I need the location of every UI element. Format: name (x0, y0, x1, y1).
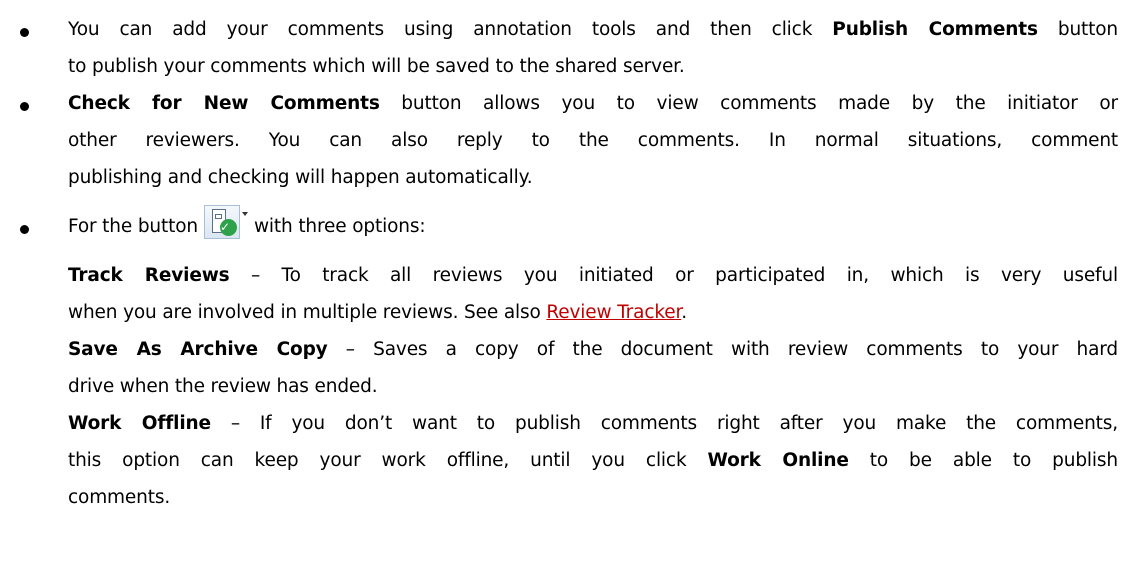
review-options-icon[interactable]: ✓ (203, 205, 248, 241)
bullet-marker (20, 225, 29, 234)
option-track-reviews: Track Reviews – To track all reviews you… (68, 265, 1118, 323)
bullet-paragraph-button-options: For the button ✓ with three options: (68, 205, 1118, 249)
document-page: You can add your comments using annotati… (0, 0, 1123, 574)
bullet-marker (20, 102, 29, 111)
chevron-down-icon[interactable] (241, 212, 248, 216)
paragraph-line: Check for New Comments button allows you… (68, 93, 1118, 114)
bullet-paragraph-publish: You can add your comments using annotati… (68, 11, 1118, 85)
work-offline-term: Work Offline (68, 413, 211, 434)
track-reviews-term: Track Reviews (68, 265, 230, 286)
review-tracker-link[interactable]: Review Tracker (546, 302, 681, 323)
paragraph-line: to publish your comments which will be s… (68, 56, 685, 77)
option-work-offline: Work Offline – If you don’t want to publ… (68, 413, 1118, 508)
bullet-marker (20, 28, 29, 37)
option-save-archive-copy: Save As Archive Copy – Saves a copy of t… (68, 339, 1119, 397)
paragraph-line: publishing and checking will happen auto… (68, 167, 533, 188)
paragraph-line: other reviewers. You can also reply to t… (68, 130, 1118, 151)
option-list: Track Reviews – To track all reviews you… (68, 257, 1118, 516)
save-as-archive-copy-term: Save As Archive Copy (68, 339, 328, 360)
paragraph-line: For the button ✓ with three options: (68, 205, 1118, 249)
check-new-comments-term: Check for New Comments (68, 93, 380, 114)
publish-comments-term: Publish Comments (832, 19, 1038, 40)
bullet-paragraph-check: Check for New Comments button allows you… (68, 85, 1118, 196)
paragraph-line: You can add your comments using annotati… (68, 19, 1118, 40)
work-online-term: Work Online (707, 450, 849, 471)
